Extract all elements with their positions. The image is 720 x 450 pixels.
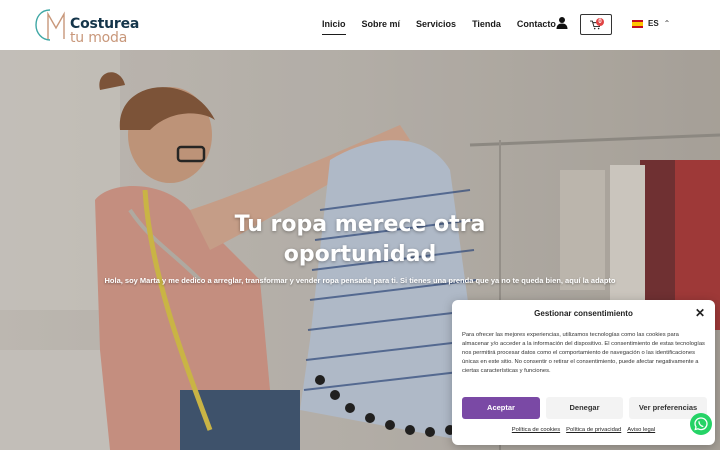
cart-button[interactable]: 0 (580, 14, 612, 35)
site-logo[interactable]: Costurea tu moda (34, 6, 139, 46)
logo-mark-icon (35, 9, 65, 41)
cart-count-badge: 0 (596, 18, 604, 26)
nav-item-servicios[interactable]: Servicios (416, 19, 456, 35)
consent-links: Política de cookies Política de privacid… (452, 427, 715, 433)
consent-body-text: Para ofrecer las mejores experiencias, u… (462, 332, 705, 374)
spain-flag-icon (632, 19, 643, 28)
user-account-icon[interactable] (556, 16, 568, 30)
nav-item-tienda[interactable]: Tienda (472, 19, 501, 35)
nav-item-sobre-mi[interactable]: Sobre mí (362, 19, 401, 35)
hero-title-line2: oportunidad (283, 242, 437, 267)
nav-item-inicio[interactable]: Inicio (322, 19, 346, 35)
accept-button[interactable]: Aceptar (462, 397, 540, 419)
hero-title: Tu ropa merece otra oportunidad (0, 210, 720, 270)
chevron-up-icon: ⌃ (663, 19, 671, 28)
site-header: Costurea tu moda Inicio Sobre mí Servici… (0, 0, 720, 50)
hero-title-line1: Tu ropa merece otra (234, 212, 486, 237)
legal-notice-link[interactable]: Aviso legal (627, 427, 655, 433)
deny-button[interactable]: Denegar (546, 397, 623, 419)
language-code: ES (648, 19, 659, 28)
logo-text-line2: tu moda (70, 30, 128, 46)
language-switcher[interactable]: ES ⌃ (632, 19, 670, 28)
privacy-policy-link[interactable]: Política de privacidad (566, 427, 621, 433)
cookie-consent-dialog: Gestionar consentimiento ✕ Para ofrecer … (452, 300, 715, 445)
whatsapp-chat-button[interactable] (690, 413, 712, 435)
consent-actions: Aceptar Denegar Ver preferencias (462, 397, 707, 419)
cookie-policy-link[interactable]: Política de cookies (512, 427, 560, 433)
hero-subtitle: Hola, soy Marta y me dedico a arreglar, … (104, 276, 616, 285)
consent-title: Gestionar consentimiento (534, 309, 633, 318)
main-nav: Inicio Sobre mí Servicios Tienda Contact… (322, 19, 556, 35)
nav-item-contacto[interactable]: Contacto (517, 19, 556, 35)
whatsapp-icon (694, 417, 708, 431)
close-icon[interactable]: ✕ (695, 306, 705, 320)
